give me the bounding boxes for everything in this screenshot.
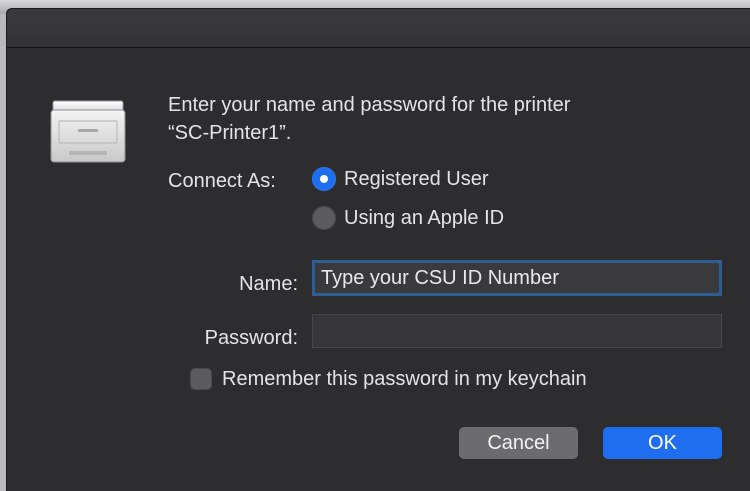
radio-apple-id[interactable]: Using an Apple ID [312, 206, 504, 230]
name-label: Name: [239, 273, 298, 295]
dialog-titlebar [7, 9, 750, 48]
ok-button[interactable]: OK [603, 427, 722, 459]
name-input[interactable] [312, 260, 722, 296]
radio-registered-user[interactable]: Registered User [312, 167, 489, 191]
dialog-message-line2: “SC-Printer1”. [168, 122, 292, 144]
radio-registered-user-label[interactable]: Registered User [344, 167, 489, 191]
cancel-button[interactable]: Cancel [459, 427, 578, 459]
radio-unselected-indicator[interactable] [312, 206, 336, 230]
radio-selected-indicator[interactable] [312, 167, 336, 191]
dialog-message: Enter your name and password for the pri… [168, 91, 728, 147]
printer-auth-dialog: Enter your name and password for the pri… [6, 8, 750, 491]
printer-icon [50, 100, 126, 163]
checkbox-box[interactable] [190, 368, 212, 390]
password-input[interactable] [312, 314, 722, 348]
radio-apple-id-label[interactable]: Using an Apple ID [344, 206, 504, 230]
remember-keychain-checkbox[interactable]: Remember this password in my keychain [190, 367, 587, 391]
dialog-message-line1: Enter your name and password for the pri… [168, 94, 571, 116]
connect-as-label: Connect As: [168, 170, 276, 192]
remember-keychain-label[interactable]: Remember this password in my keychain [222, 367, 587, 391]
password-label: Password: [204, 327, 298, 349]
